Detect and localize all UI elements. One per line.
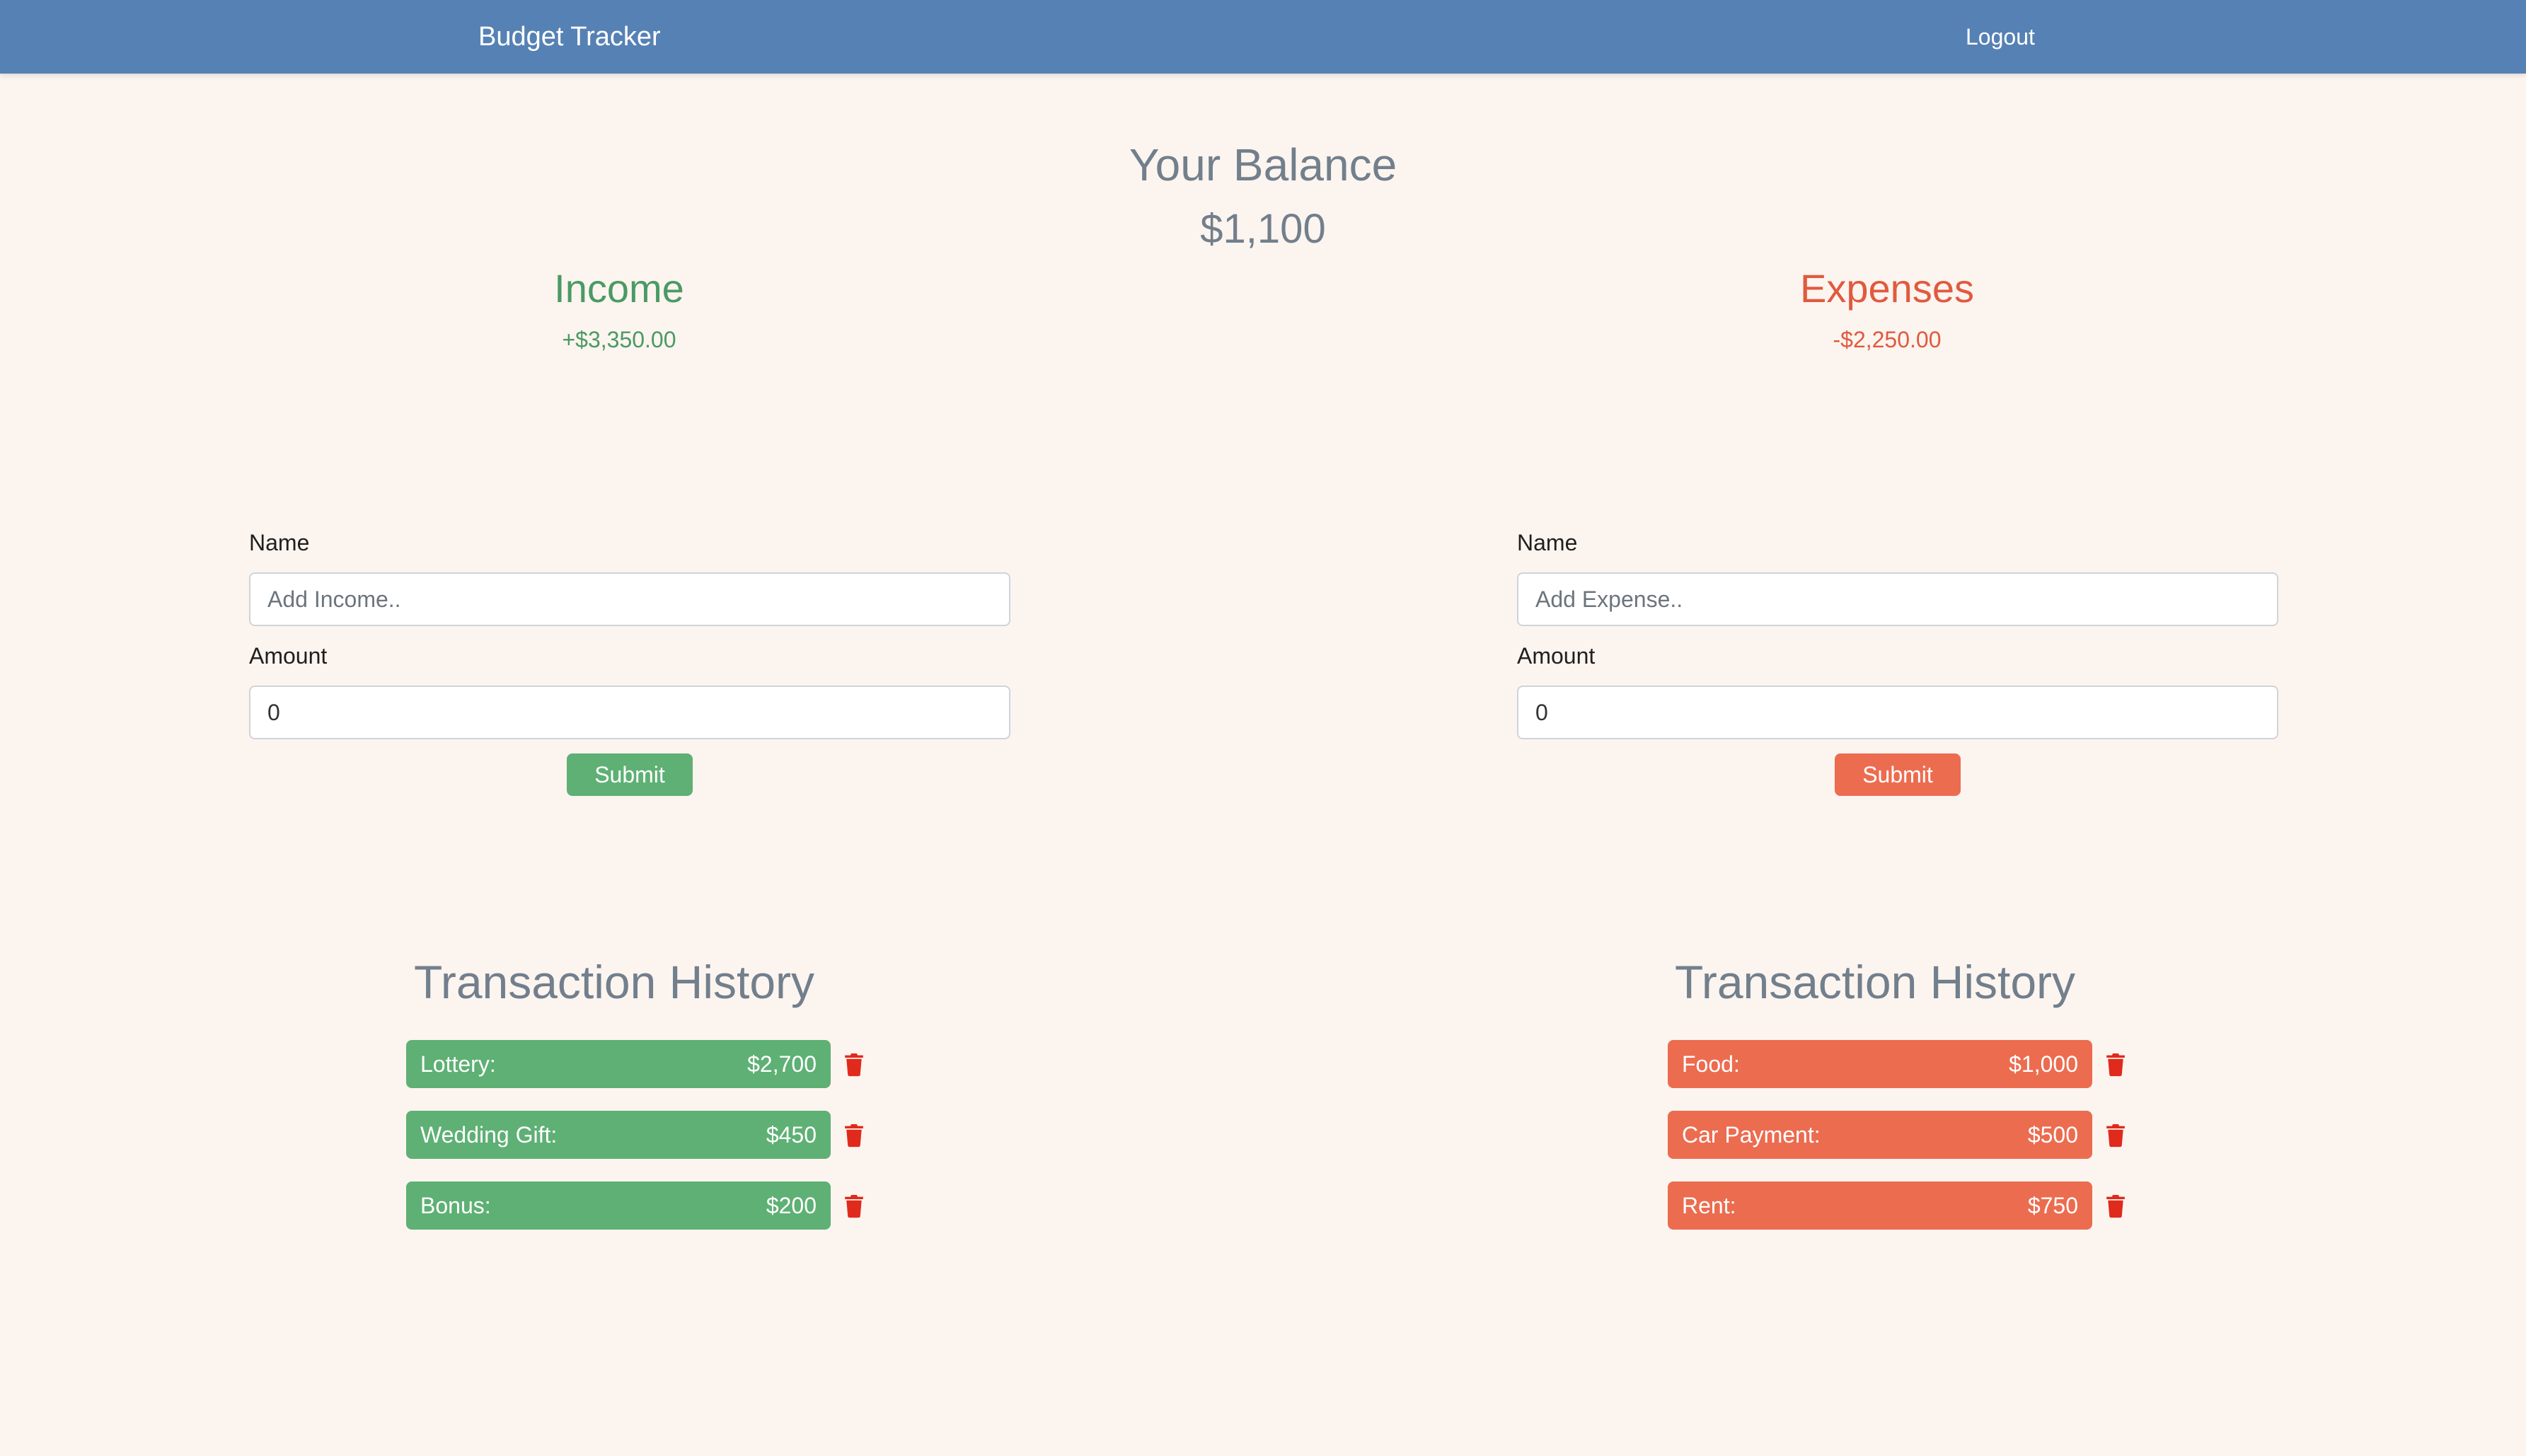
expenses-total: -$2,250.00	[1833, 327, 1942, 352]
income-transaction-pill: Lottery: $2,700	[406, 1040, 831, 1088]
income-name-label: Name	[249, 530, 310, 555]
income-amount-label: Amount	[249, 643, 328, 669]
trash-icon[interactable]	[843, 1122, 865, 1148]
trash-icon[interactable]	[2105, 1193, 2126, 1218]
income-transaction-list: Lottery: $2,700 Wedding Gift: $450 Bonus…	[406, 1040, 901, 1252]
balance-title: Your Balance	[1129, 139, 1397, 190]
transaction-name: Food:	[1682, 1051, 1740, 1077]
transaction-name: Wedding Gift:	[420, 1122, 558, 1148]
expense-transaction-item: Rent: $750	[1668, 1181, 2163, 1230]
trash-icon[interactable]	[2105, 1051, 2126, 1077]
navbar: Budget Tracker Logout	[0, 0, 2526, 74]
expense-transaction-pill: Food: $1,000	[1668, 1040, 2092, 1088]
expense-transaction-list: Food: $1,000 Car Payment: $500 Rent: $75…	[1668, 1040, 2163, 1252]
transaction-name: Rent:	[1682, 1193, 1736, 1218]
income-transaction-item: Lottery: $2,700	[406, 1040, 901, 1088]
expense-amount-label: Amount	[1517, 643, 1596, 669]
trash-icon[interactable]	[843, 1193, 865, 1218]
income-title: Income	[554, 266, 684, 311]
income-transaction-pill: Wedding Gift: $450	[406, 1111, 831, 1159]
transaction-amount: $2,700	[747, 1051, 817, 1077]
transaction-name: Lottery:	[420, 1051, 496, 1077]
income-name-input[interactable]	[249, 572, 1010, 626]
income-submit-button[interactable]: Submit	[567, 753, 693, 796]
expense-transaction-item: Food: $1,000	[1668, 1040, 2163, 1088]
income-transaction-item: Wedding Gift: $450	[406, 1111, 901, 1159]
expense-transaction-item: Car Payment: $500	[1668, 1111, 2163, 1159]
transaction-amount: $450	[766, 1122, 817, 1148]
expense-transaction-pill: Rent: $750	[1668, 1181, 2092, 1230]
balance-value: $1,100	[1200, 206, 1326, 252]
expense-name-label: Name	[1517, 530, 1578, 555]
transaction-amount: $500	[2027, 1122, 2078, 1148]
expense-amount-input[interactable]	[1517, 686, 2278, 739]
brand-title[interactable]: Budget Tracker	[478, 0, 661, 74]
trash-icon[interactable]	[843, 1051, 865, 1077]
expense-name-input[interactable]	[1517, 572, 2278, 626]
transaction-amount: $750	[2027, 1193, 2078, 1218]
income-amount-input[interactable]	[249, 686, 1010, 739]
expense-transaction-pill: Car Payment: $500	[1668, 1111, 2092, 1159]
income-transaction-item: Bonus: $200	[406, 1181, 901, 1230]
expense-form: Name Amount Submit	[1517, 527, 2278, 796]
income-history-title: Transaction History	[413, 956, 815, 1008]
transaction-name: Bonus:	[420, 1193, 491, 1218]
income-total: +$3,350.00	[562, 327, 676, 352]
income-transaction-pill: Bonus: $200	[406, 1181, 831, 1230]
transaction-amount: $200	[766, 1193, 817, 1218]
expenses-title: Expenses	[1800, 266, 1974, 311]
transaction-name: Car Payment:	[1682, 1122, 1821, 1148]
expense-history-title: Transaction History	[1674, 956, 2076, 1008]
transaction-amount: $1,000	[2009, 1051, 2078, 1077]
expense-submit-button[interactable]: Submit	[1835, 753, 1961, 796]
income-form: Name Amount Submit	[249, 527, 1010, 796]
logout-link[interactable]: Logout	[1966, 0, 2035, 74]
trash-icon[interactable]	[2105, 1122, 2126, 1148]
